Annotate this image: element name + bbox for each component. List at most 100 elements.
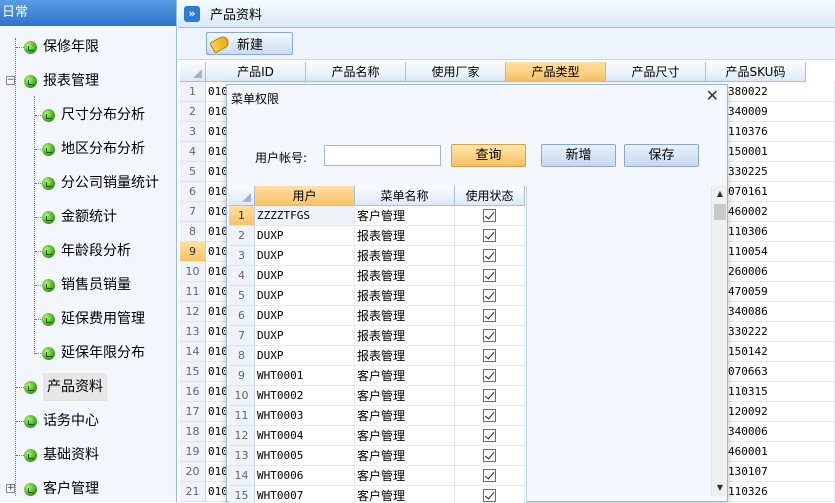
cell-menu-name[interactable]: 报表管理 bbox=[355, 326, 455, 346]
close-icon[interactable]: ✕ bbox=[706, 88, 719, 104]
cell-menu-name[interactable]: 客户管理 bbox=[355, 486, 455, 503]
cell-user[interactable]: WHT0002 bbox=[255, 386, 355, 406]
row-number[interactable]: 12 bbox=[180, 302, 206, 322]
enabled-checkbox[interactable] bbox=[483, 269, 496, 282]
row-number[interactable]: 1 bbox=[180, 82, 206, 102]
col-header-product-type[interactable]: 产品类型 bbox=[506, 62, 606, 82]
cell-user[interactable]: DUXP bbox=[255, 246, 355, 266]
row-number[interactable]: 15 bbox=[229, 486, 255, 503]
enabled-checkbox[interactable] bbox=[483, 329, 496, 342]
cell-menu-name[interactable]: 报表管理 bbox=[355, 246, 455, 266]
row-number[interactable]: 13 bbox=[229, 446, 255, 466]
row-number[interactable]: 7 bbox=[180, 202, 206, 222]
enabled-checkbox[interactable] bbox=[483, 489, 496, 502]
collapse-icon[interactable]: − bbox=[6, 76, 15, 85]
row-number[interactable]: 6 bbox=[229, 306, 255, 326]
col-header-product-sku[interactable]: 产品SKU码 bbox=[706, 62, 806, 82]
row-number[interactable]: 16 bbox=[180, 382, 206, 402]
sidebar-item-extended-warranty-years[interactable]: 延保年限分布 bbox=[42, 339, 145, 367]
row-number[interactable]: 4 bbox=[180, 142, 206, 162]
cell-menu-name[interactable]: 客户管理 bbox=[355, 446, 455, 466]
col-header-user[interactable]: 用户 bbox=[255, 186, 355, 206]
user-account-input[interactable] bbox=[324, 145, 441, 166]
row-number[interactable]: 1 bbox=[229, 206, 255, 226]
add-button[interactable]: 新增 bbox=[541, 144, 616, 167]
vertical-scrollbar[interactable]: ▲ ▼ bbox=[711, 186, 727, 496]
cell-user[interactable]: DUXP bbox=[255, 266, 355, 286]
sidebar-item-customer-mgmt[interactable]: 客户管理 bbox=[24, 475, 99, 502]
enabled-checkbox[interactable] bbox=[483, 429, 496, 442]
cell-user[interactable]: WHT0003 bbox=[255, 406, 355, 426]
enabled-checkbox[interactable] bbox=[483, 229, 496, 242]
cell-user[interactable]: DUXP bbox=[255, 226, 355, 246]
cell-menu-name[interactable]: 报表管理 bbox=[355, 306, 455, 326]
row-number[interactable]: 5 bbox=[180, 162, 206, 182]
row-number[interactable]: 19 bbox=[180, 442, 206, 462]
sidebar-item-region-distribution[interactable]: 地区分布分析 bbox=[42, 135, 145, 163]
row-number[interactable]: 4 bbox=[229, 266, 255, 286]
row-number[interactable]: 15 bbox=[180, 362, 206, 382]
row-number[interactable]: 6 bbox=[180, 182, 206, 202]
enabled-checkbox[interactable] bbox=[483, 449, 496, 462]
sidebar-item-branch-sales[interactable]: 分公司销量统计 bbox=[42, 169, 159, 197]
cell-menu-name[interactable]: 报表管理 bbox=[355, 346, 455, 366]
col-header-menu-name[interactable]: 菜单名称 bbox=[355, 186, 455, 206]
sidebar-item-amount-stats[interactable]: 金额统计 bbox=[42, 203, 117, 231]
row-number[interactable]: 8 bbox=[229, 346, 255, 366]
cell-user[interactable]: WHT0004 bbox=[255, 426, 355, 446]
row-number[interactable]: 13 bbox=[180, 322, 206, 342]
cell-menu-name[interactable]: 客户管理 bbox=[355, 406, 455, 426]
row-number[interactable]: 9 bbox=[180, 242, 206, 262]
expand-icon[interactable]: + bbox=[6, 484, 15, 493]
cell-menu-name[interactable]: 报表管理 bbox=[355, 226, 455, 246]
cell-menu-name[interactable]: 客户管理 bbox=[355, 386, 455, 406]
col-header-manufacturer[interactable]: 使用厂家 bbox=[406, 62, 506, 82]
row-number[interactable]: 18 bbox=[180, 422, 206, 442]
enabled-checkbox[interactable] bbox=[483, 389, 496, 402]
cell-menu-name[interactable]: 报表管理 bbox=[355, 266, 455, 286]
enabled-checkbox[interactable] bbox=[483, 469, 496, 482]
col-header-product-size[interactable]: 产品尺寸 bbox=[606, 62, 706, 82]
enabled-checkbox[interactable] bbox=[483, 349, 496, 362]
row-number[interactable]: 9 bbox=[229, 366, 255, 386]
enabled-checkbox[interactable] bbox=[483, 289, 496, 302]
cell-user[interactable]: DUXP bbox=[255, 306, 355, 326]
row-number[interactable]: 12 bbox=[229, 426, 255, 446]
save-button[interactable]: 保存 bbox=[624, 144, 699, 167]
cell-user[interactable]: WHT0007 bbox=[255, 486, 355, 503]
sidebar-item-extended-warranty-fees[interactable]: 延保费用管理 bbox=[42, 305, 145, 333]
scroll-thumb[interactable] bbox=[714, 204, 726, 220]
cell-user[interactable]: DUXP bbox=[255, 326, 355, 346]
enabled-checkbox[interactable] bbox=[483, 409, 496, 422]
sidebar-item-size-distribution[interactable]: 尺寸分布分析 bbox=[42, 101, 145, 129]
row-number[interactable]: 2 bbox=[180, 102, 206, 122]
tab-product-info[interactable]: 产品资料 bbox=[210, 4, 262, 23]
cell-menu-name[interactable]: 客户管理 bbox=[355, 366, 455, 386]
enabled-checkbox[interactable] bbox=[483, 249, 496, 262]
row-number[interactable]: 10 bbox=[229, 386, 255, 406]
cell-user[interactable]: WHT0006 bbox=[255, 466, 355, 486]
cell-user[interactable]: WHT0001 bbox=[255, 366, 355, 386]
row-number[interactable]: 14 bbox=[229, 466, 255, 486]
row-number[interactable]: 20 bbox=[180, 462, 206, 482]
row-number[interactable]: 17 bbox=[180, 402, 206, 422]
row-number[interactable]: 21 bbox=[180, 482, 206, 502]
row-number[interactable]: 3 bbox=[229, 246, 255, 266]
sidebar-item-call-center[interactable]: 话务中心 bbox=[24, 407, 99, 435]
cell-menu-name[interactable]: 客户管理 bbox=[355, 466, 455, 486]
scroll-up-arrow-icon[interactable]: ▲ bbox=[712, 186, 728, 202]
cell-user[interactable]: WHT0005 bbox=[255, 446, 355, 466]
enabled-checkbox[interactable] bbox=[483, 369, 496, 382]
col-header-status[interactable]: 使用状态 bbox=[455, 186, 525, 206]
row-number[interactable]: 11 bbox=[180, 282, 206, 302]
cell-user[interactable]: DUXP bbox=[255, 286, 355, 306]
sidebar-header[interactable]: 日常 bbox=[0, 0, 176, 26]
row-number[interactable]: 7 bbox=[229, 326, 255, 346]
cell-user[interactable]: ZZZZTFGS bbox=[255, 206, 355, 226]
new-button[interactable]: 新建 bbox=[206, 32, 293, 55]
sidebar-item-reports[interactable]: 报表管理 bbox=[24, 67, 99, 95]
row-number[interactable]: 10 bbox=[180, 262, 206, 282]
cell-menu-name[interactable]: 报表管理 bbox=[355, 286, 455, 306]
sidebar-item-warranty-years[interactable]: 保修年限 bbox=[24, 33, 99, 61]
row-number[interactable]: 5 bbox=[229, 286, 255, 306]
